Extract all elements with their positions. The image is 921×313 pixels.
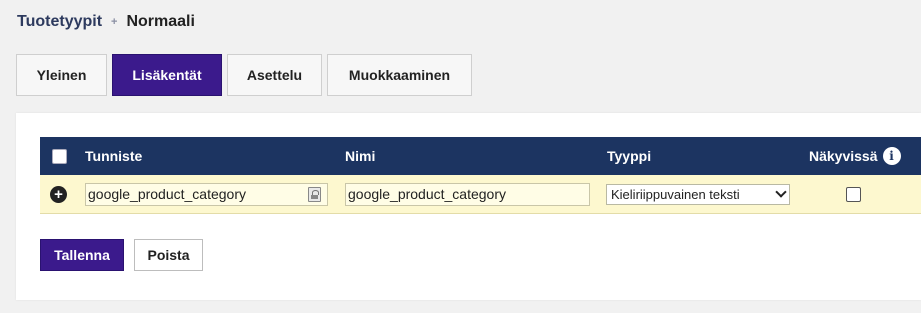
breadcrumb-current: Normaali bbox=[126, 13, 195, 30]
nimi-cell: google_product_category bbox=[345, 175, 590, 213]
tab-asettelu[interactable]: Asettelu bbox=[227, 54, 322, 96]
column-header-tyyppi: Tyyppi bbox=[607, 148, 652, 164]
select-all-cell bbox=[52, 137, 67, 175]
tunniste-value: google_product_category bbox=[88, 186, 247, 202]
translate-icon[interactable] bbox=[308, 186, 321, 202]
table-header: Tunniste Nimi Tyyppi Näkyvissä i bbox=[40, 137, 921, 175]
add-row-cell: + bbox=[50, 175, 67, 213]
tyyppi-selected-value: Kieliriippuvainen teksti bbox=[611, 186, 740, 202]
delete-button[interactable]: Poista bbox=[134, 239, 203, 271]
nakyvissa-cell bbox=[846, 175, 861, 213]
column-header-nimi: Nimi bbox=[345, 148, 376, 164]
tyyppi-select[interactable]: Kieliriippuvainen teksti bbox=[606, 183, 790, 205]
column-header-tunniste: Tunniste bbox=[85, 148, 143, 164]
info-icon[interactable]: i bbox=[882, 147, 901, 165]
tunniste-input[interactable]: google_product_category bbox=[85, 182, 328, 206]
tab-yleinen[interactable]: Yleinen bbox=[16, 54, 107, 96]
tyyppi-cell: Kieliriippuvainen teksti bbox=[606, 175, 790, 213]
column-header-nakyvissa-label: Näkyvissä bbox=[809, 148, 878, 164]
nimi-input[interactable]: google_product_category bbox=[345, 182, 590, 206]
plus-circle-icon[interactable]: + bbox=[50, 185, 67, 203]
select-all-checkbox[interactable] bbox=[52, 148, 67, 164]
nakyvissa-checkbox[interactable] bbox=[846, 186, 861, 202]
tab-bar: Yleinen Lisäkentät Asettelu Muokkaaminen bbox=[16, 54, 477, 96]
table-row: + google_product_category google_product… bbox=[40, 175, 921, 214]
column-header-nakyvissa: Näkyvissä i bbox=[809, 137, 901, 175]
chevron-down-icon bbox=[775, 186, 787, 198]
tab-muokkaaminen[interactable]: Muokkaaminen bbox=[327, 54, 472, 96]
breadcrumb: Tuotetyypit + Normaali bbox=[17, 13, 195, 31]
save-button[interactable]: Tallenna bbox=[40, 239, 124, 271]
breadcrumb-separator: + bbox=[111, 16, 118, 28]
tab-lisakentat[interactable]: Lisäkentät bbox=[112, 54, 222, 96]
content-panel: Tunniste Nimi Tyyppi Näkyvissä i + googl… bbox=[16, 113, 921, 300]
tunniste-cell: google_product_category bbox=[85, 175, 328, 213]
nimi-value: google_product_category bbox=[348, 186, 507, 202]
breadcrumb-parent-link[interactable]: Tuotetyypit bbox=[17, 13, 102, 31]
